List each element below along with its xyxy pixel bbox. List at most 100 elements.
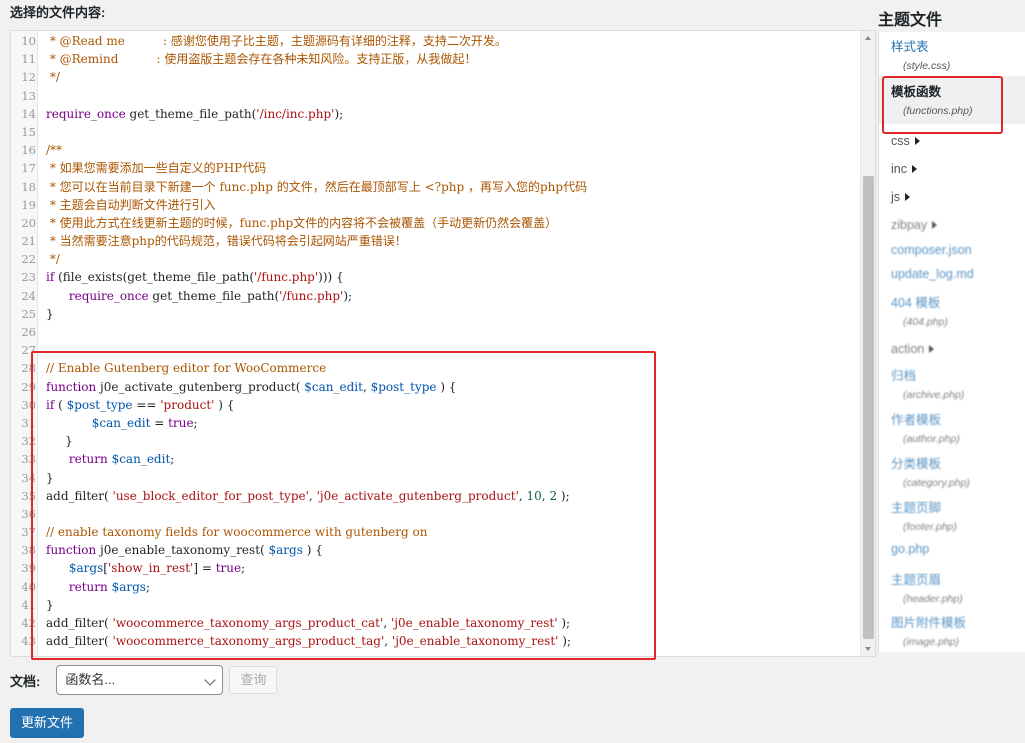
code-line[interactable]: 11 * @Remind : 使用盗版主题会存在各种未知风险。支持正版，从我做起… (11, 50, 861, 68)
sidebar-file-item[interactable]: go.php (891, 542, 929, 556)
sidebar-file-item[interactable]: 分类模板 (category.php) (891, 453, 970, 489)
sidebar-file-item[interactable]: 404 模板 (404.php) (891, 292, 948, 328)
item-label: update_log.md (891, 267, 974, 281)
item-label: 主题页脚 (891, 501, 942, 515)
code-text: * @Read me : 感谢您使用子比主题，主题源码有详细的注释，支持二次开发… (46, 32, 507, 50)
code-line[interactable]: 23 if (file_exists(get_theme_file_path('/… (11, 268, 861, 286)
folder-name: css (891, 134, 920, 148)
item-label: 归档 (891, 369, 917, 383)
code-token: '/inc/inc.php' (256, 106, 335, 121)
code-token: * @Remind : 使用盗版主题会存在各种未知风险。支持正版，从我做起！ (46, 52, 477, 67)
sidebar-folder-item[interactable]: inc (891, 160, 917, 178)
sidebar-file-item[interactable]: 样式表 (style.css) (891, 36, 950, 72)
folder-name: js (891, 190, 911, 204)
caret-right-icon[interactable] (929, 345, 935, 353)
sidebar-file-item[interactable]: 图片附件模板 (image.php) (891, 612, 966, 648)
code-text: * 使用此方式在线更新主题的时候，func.php文件的内容将不会被覆盖（手动更… (46, 214, 557, 232)
sidebar-folder-item[interactable]: action (891, 340, 935, 358)
code-token: '/func.php' (279, 288, 344, 303)
file-name: 主题页脚 (891, 497, 957, 516)
item-label: 主题页眉 (891, 573, 942, 587)
code-token: '/func.php' (254, 270, 319, 285)
lookup-button[interactable]: 查询 (229, 666, 278, 694)
code-line[interactable]: 15 (11, 123, 861, 141)
file-path: (author.php) (903, 433, 960, 445)
scroll-down-arrow-icon[interactable] (861, 641, 875, 656)
code-token: * 使用此方式在线更新主题的时候，func.php文件的内容将不会被覆盖（手动更… (46, 215, 558, 230)
code-token: * @Read me : 感谢您使用子比主题，主题源码有详细的注释，支持二次开发… (46, 34, 507, 48)
line-number: 20 (21, 215, 36, 230)
sidebar-folder-item[interactable]: zibpay (891, 216, 938, 234)
code-token: ); (334, 106, 344, 121)
code-token: * 您可以在当前目录下新建一个 func.php 的文件，然后在最顶部写上 <?… (46, 179, 588, 194)
function-name-select-value: 函数名... (65, 672, 116, 687)
line-number: 10 (21, 34, 36, 48)
code-text: * 您可以在当前目录下新建一个 func.php 的文件，然后在最顶部写上 <?… (46, 178, 587, 196)
sidebar-file-item[interactable]: update_log.md (891, 267, 974, 281)
file-path: (header.php) (903, 593, 963, 605)
sidebar-file-item[interactable]: 作者模板 (author.php) (891, 409, 960, 445)
code-line[interactable]: 14 require_once get_theme_file_path('/inc… (11, 105, 861, 123)
item-label: 404 模板 (891, 296, 941, 310)
code-token: ); (343, 288, 353, 303)
sidebar-folder-item[interactable]: css (891, 132, 920, 150)
code-line[interactable]: 18 * 您可以在当前目录下新建一个 func.php 的文件，然后在最顶部写上… (11, 178, 861, 196)
sidebar-folder-item[interactable]: js (891, 188, 911, 206)
file-name: 分类模板 (891, 453, 970, 472)
code-text: * 主题会自动判断文件进行引入 (46, 196, 216, 214)
item-label: go.php (891, 542, 930, 556)
code-line[interactable]: 13 (11, 87, 861, 105)
caret-right-icon[interactable] (911, 165, 917, 173)
code-line[interactable]: 10 * @Read me : 感谢您使用子比主题，主题源码有详细的注释，支持二… (11, 32, 861, 50)
code-token: get_theme_file_path( (148, 288, 280, 303)
sidebar-file-item[interactable]: 主题页眉 (header.php) (891, 569, 963, 605)
caret-right-icon[interactable] (932, 221, 938, 229)
item-label: action (891, 342, 925, 356)
sidebar-file-item[interactable]: 归档 (archive.php) (891, 365, 964, 401)
line-number: 18 (21, 179, 36, 194)
code-line[interactable]: 25} (11, 305, 861, 323)
code-line[interactable]: 22 */ (11, 250, 861, 268)
code-line[interactable]: 26 (11, 323, 861, 341)
code-text: if (file_exists(get_theme_file_path('/fu… (46, 268, 344, 286)
item-label: 作者模板 (891, 413, 942, 427)
code-text: } (46, 305, 54, 323)
line-number: 26 (21, 325, 36, 339)
file-path: (404.php) (903, 316, 948, 328)
line-number: 21 (21, 234, 36, 249)
code-line[interactable]: 20 * 使用此方式在线更新主题的时候，func.php文件的内容将不会被覆盖（… (11, 214, 861, 232)
file-path: (footer.php) (903, 521, 957, 533)
code-text: */ (46, 250, 60, 268)
code-token: ))) { (318, 270, 344, 285)
code-token: */ (46, 70, 60, 85)
code-line[interactable]: 19 * 主题会自动判断文件进行引入 (11, 196, 861, 214)
code-highlight-annotation (31, 351, 656, 660)
code-line[interactable]: 12 */ (11, 68, 861, 86)
code-token: */ (46, 252, 60, 267)
sidebar-file-item[interactable]: 主题页脚 (footer.php) (891, 497, 957, 533)
file-name: 主题页眉 (891, 569, 963, 588)
documentation-row: 文档: 函数名... 查询 (10, 665, 278, 695)
code-text: require_once get_theme_file_path('/inc/i… (46, 105, 343, 123)
code-line[interactable]: 24 require_once get_theme_file_path('/fu… (11, 287, 861, 305)
code-line[interactable]: 21 * 当然需要注意php的代码规范，错误代码将会引起网站严重错误！ (11, 232, 861, 250)
update-file-button[interactable]: 更新文件 (10, 708, 84, 738)
code-text: require_once get_theme_file_path('/func.… (46, 287, 352, 305)
scroll-up-arrow-icon[interactable] (861, 31, 875, 46)
code-token: * 当然需要注意php的代码规范，错误代码将会引起网站严重错误！ (46, 234, 407, 249)
code-line[interactable]: 17 * 如果您需要添加一些自定义的PHP代码 (11, 159, 861, 177)
code-line[interactable]: 16 /** (11, 141, 861, 159)
folder-name: zibpay (891, 218, 938, 232)
file-name: composer.json (891, 243, 972, 257)
scroll-thumb[interactable] (863, 176, 874, 639)
code-token: require_once (68, 288, 149, 303)
editor-scrollbar[interactable] (860, 31, 875, 656)
sidebar-file-item[interactable]: composer.json (891, 243, 972, 257)
caret-right-icon[interactable] (914, 137, 920, 145)
line-number: 15 (21, 124, 36, 139)
file-name: 作者模板 (891, 409, 960, 428)
caret-right-icon[interactable] (905, 193, 911, 201)
file-name: 归档 (891, 365, 964, 384)
line-number: 13 (21, 88, 36, 103)
function-name-select[interactable]: 函数名... (56, 665, 224, 695)
